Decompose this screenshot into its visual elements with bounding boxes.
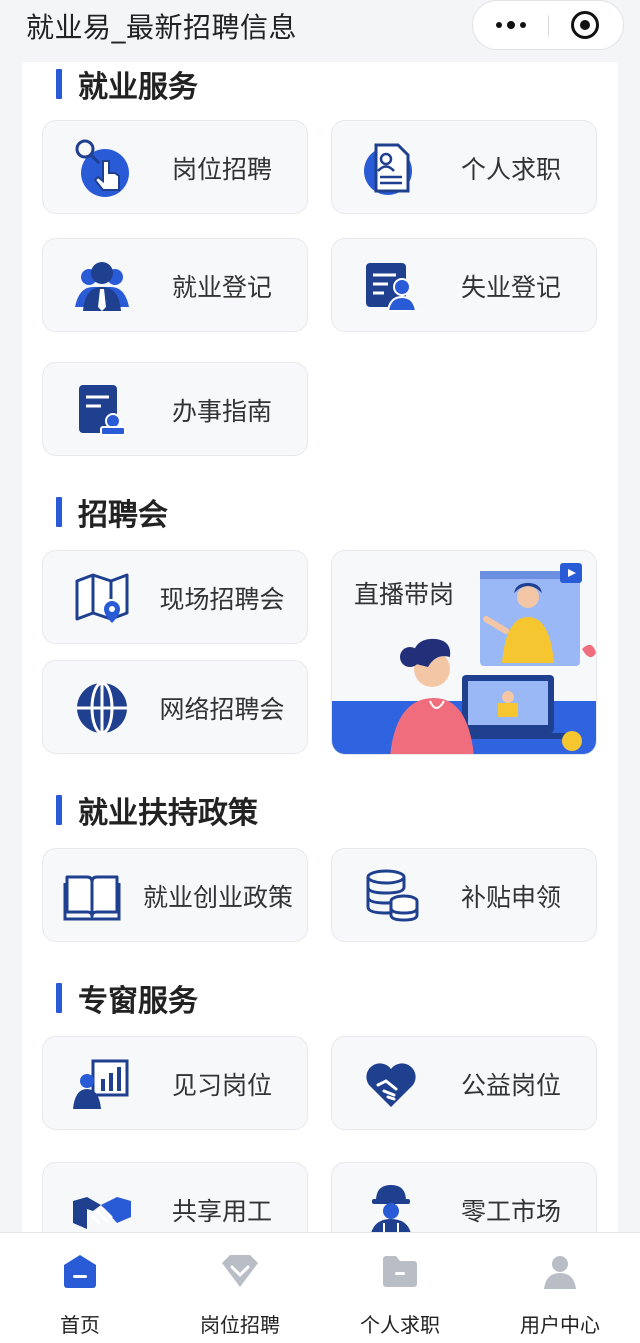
folder-icon — [383, 1256, 417, 1287]
main-content: 就业服务 岗位招聘 个人求职 就业登记 失业登记 办事指南 招聘会 现场招聘会 … — [22, 62, 618, 1232]
globe-icon — [77, 681, 127, 735]
id-card-person-icon — [366, 263, 418, 312]
job-recruitment-card[interactable]: 岗位招聘 — [42, 120, 308, 214]
diamond-icon — [222, 1255, 258, 1287]
people-group-icon — [75, 262, 129, 311]
more-options-button[interactable] — [473, 1, 548, 49]
mini-program-capsule — [472, 0, 624, 50]
service-guide-label: 办事指南 — [171, 397, 272, 426]
live-recruitment-card[interactable]: 直播带岗 — [331, 550, 597, 755]
subsidy-application-label: 补贴申领 — [460, 883, 561, 912]
gig-market-card[interactable]: 零工市场 — [331, 1162, 597, 1232]
unemployment-registration-card[interactable]: 失业登记 — [331, 238, 597, 332]
section-title-job-fairs: 招聘会 — [56, 492, 168, 533]
coin-stack-icon — [366, 869, 419, 922]
unemployment-registration-label: 失业登记 — [460, 273, 561, 302]
section-accent-bar — [56, 795, 62, 825]
tab-home[interactable]: 首页 — [0, 1233, 160, 1343]
pointer-hand-icon — [75, 139, 129, 197]
tab-home-label: 首页 — [60, 1313, 100, 1337]
shared-employment-label: 共享用工 — [171, 1197, 272, 1226]
employment-registration-card[interactable]: 就业登记 — [42, 238, 308, 332]
tab-user-center[interactable]: 用户中心 — [480, 1233, 640, 1343]
section-accent-bar — [56, 983, 62, 1013]
tab-personal-job-seeking[interactable]: 个人求职 — [320, 1233, 480, 1343]
tab-job-recruitment[interactable]: 岗位招聘 — [160, 1233, 320, 1343]
capsule-divider — [548, 15, 549, 37]
section-title-special-services: 专窗服务 — [56, 978, 198, 1019]
close-mini-program-button[interactable] — [571, 11, 599, 39]
public-welfare-positions-label: 公益岗位 — [460, 1071, 561, 1100]
tab-user-center-label: 用户中心 — [520, 1313, 600, 1337]
handshake-icon — [73, 1197, 131, 1229]
internship-positions-card[interactable]: 见习岗位 — [42, 1036, 308, 1130]
online-job-fair-label: 网络招聘会 — [159, 695, 285, 724]
internship-positions-label: 见习岗位 — [171, 1071, 272, 1100]
user-icon — [544, 1256, 576, 1289]
bottom-tab-bar: 首页 岗位招聘 个人求职 用户中心 — [0, 1232, 640, 1343]
entrepreneurship-policy-card[interactable]: 就业创业政策 — [42, 848, 308, 942]
personal-job-seeking-card[interactable]: 个人求职 — [331, 120, 597, 214]
entrepreneurship-policy-label: 就业创业政策 — [142, 883, 293, 912]
section-title-employment: 就业服务 — [56, 64, 198, 105]
service-guide-card[interactable]: 办事指南 — [42, 362, 308, 456]
top-navigation-bar: 就业易_最新招聘信息 — [0, 0, 640, 62]
map-pin-icon — [75, 573, 129, 623]
onsite-job-fair-label: 现场招聘会 — [159, 585, 285, 614]
shared-employment-card[interactable]: 共享用工 — [42, 1162, 308, 1232]
public-welfare-positions-card[interactable]: 公益岗位 — [331, 1036, 597, 1130]
employment-registration-label: 就业登记 — [171, 273, 272, 302]
heart-hands-icon — [366, 1063, 416, 1107]
tab-job-recruitment-label: 岗位招聘 — [200, 1313, 280, 1337]
section-accent-bar — [56, 497, 62, 527]
section-accent-bar — [56, 69, 62, 99]
online-job-fair-card[interactable]: 网络招聘会 — [42, 660, 308, 754]
gig-market-label: 零工市场 — [460, 1197, 561, 1226]
job-recruitment-label: 岗位招聘 — [171, 155, 272, 184]
live-recruitment-label: 直播带岗 — [354, 580, 455, 609]
subsidy-application-card[interactable]: 补贴申领 — [331, 848, 597, 942]
open-book-icon — [63, 875, 121, 921]
personal-job-seeking-label: 个人求职 — [460, 155, 561, 184]
guide-document-icon — [79, 385, 126, 436]
worker-icon — [371, 1185, 411, 1232]
tab-personal-job-seeking-label: 个人求职 — [360, 1313, 440, 1337]
section-title-support-policy: 就业扶持政策 — [56, 790, 258, 831]
onsite-job-fair-card[interactable]: 现场招聘会 — [42, 550, 308, 644]
presentation-chart-icon — [73, 1059, 129, 1109]
home-icon — [64, 1255, 96, 1288]
resume-icon — [364, 143, 412, 195]
app-title: 就业易_最新招聘信息 — [26, 11, 298, 44]
